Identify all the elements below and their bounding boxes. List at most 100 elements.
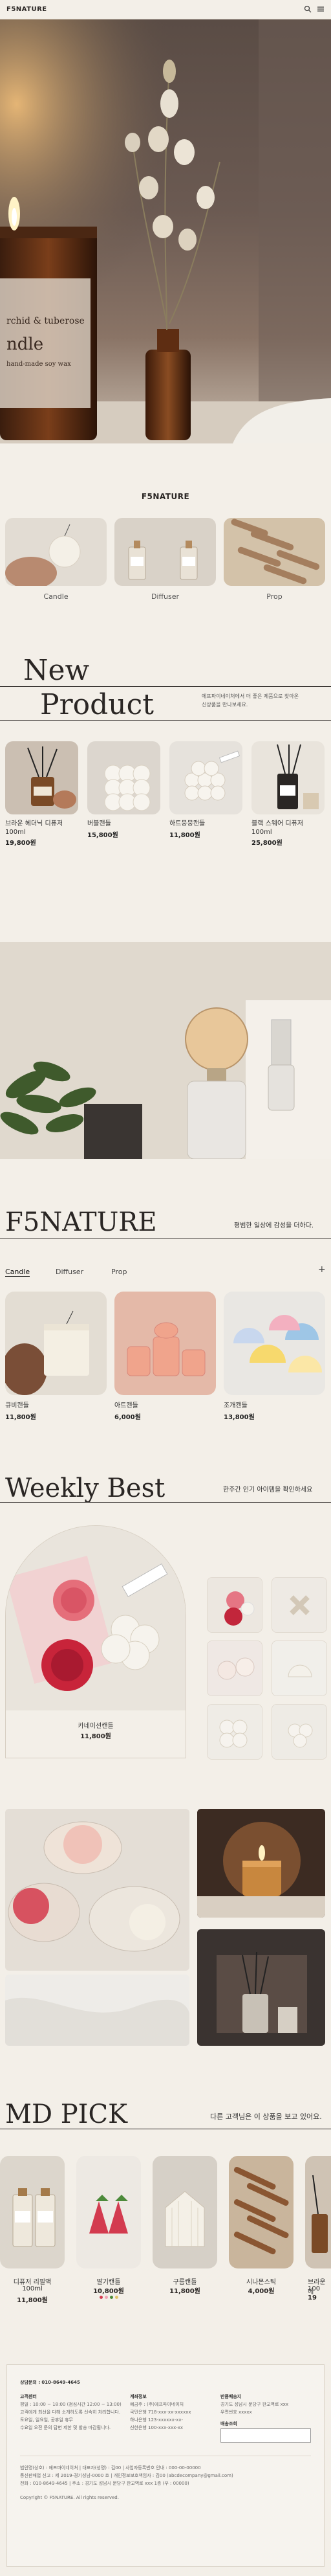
brown-diffuser-image xyxy=(305,2156,331,2268)
featured-product-price: 11,800원 xyxy=(80,1733,111,1740)
gallery-image-1[interactable] xyxy=(5,1809,189,1971)
swatch-yellow[interactable] xyxy=(115,2296,118,2299)
new-product-card-1[interactable] xyxy=(5,741,78,814)
product-name[interactable]: 조개캔들 xyxy=(224,1402,248,1410)
diffuser-refill-image xyxy=(0,2156,65,2268)
weekly-thumb-3[interactable] xyxy=(207,1641,262,1696)
f5-product-card-1[interactable] xyxy=(5,1292,107,1395)
cs-hours-text: 고객에게 최선을 다해 소개하도록 신속히 처리합니다. xyxy=(20,2410,121,2415)
md-pick-card-1[interactable] xyxy=(0,2156,65,2268)
white-fabric-image xyxy=(5,1975,189,2046)
product-name[interactable]: 하트뭉뭉캔들 xyxy=(169,820,205,828)
product-name[interactable]: 블랙 스웨어 디퓨저 xyxy=(251,820,303,828)
weekly-best-featured-card[interactable]: 카네이션캔들 11,800원 xyxy=(5,1525,186,1758)
product-price: 25,800원 xyxy=(251,840,283,847)
md-product-price: 11,800원 xyxy=(169,2288,200,2295)
gallery-image-2[interactable] xyxy=(5,1975,189,2046)
swatch-red[interactable] xyxy=(100,2296,103,2299)
hero-banner[interactable]: rchid & tuberose ndle hand-made soy wax xyxy=(0,19,331,443)
return-text: 경기도 성남시 분당구 판교역로 xxx xyxy=(220,2402,289,2407)
category-card-candle[interactable] xyxy=(5,518,107,586)
cinnamon-stick-image xyxy=(229,2156,294,2268)
thumb-image xyxy=(208,1578,262,1632)
new-product-card-2[interactable] xyxy=(87,741,160,814)
gallery-image-3[interactable] xyxy=(197,1809,325,1918)
category-label-prop[interactable]: Prop xyxy=(224,592,325,601)
cs-hours-text: 토요일, 일요일, 공휴일 휴무 xyxy=(20,2417,73,2423)
new-product-card-4[interactable] xyxy=(251,741,325,814)
more-plus-button[interactable]: + xyxy=(318,1264,326,1275)
product-name[interactable]: 큐비캔들 xyxy=(5,1402,29,1410)
product-price: 19,800원 xyxy=(5,840,36,847)
lifestyle-banner-image xyxy=(0,942,331,1159)
md-product-volume: 100 xyxy=(308,2285,321,2292)
new-product-title-new: New xyxy=(23,654,90,687)
product-volume: 100ml xyxy=(251,829,272,836)
candle-category-image xyxy=(5,518,107,586)
product-price: 6,000원 xyxy=(114,1414,141,1421)
company-info: 통신판매업 신고 : 제 2019-경기성남-0000 호 | 개인정보보호책임… xyxy=(20,2473,233,2478)
bubble-candle-image xyxy=(87,741,160,814)
new-product-card-3[interactable] xyxy=(169,741,242,814)
cs-hours-text: 수요일 오전 문의 답변 제한 및 발송 마감됩니다. xyxy=(20,2425,111,2430)
header-icons xyxy=(304,5,325,13)
weekly-thumb-1[interactable] xyxy=(207,1577,262,1633)
cs-hours-label: 고객센터 xyxy=(20,2394,37,2399)
md-product-name[interactable]: 시나몬스틱 xyxy=(229,2276,294,2286)
tab-prop[interactable]: Prop xyxy=(111,1268,127,1276)
md-product-name[interactable]: 구름캔들 xyxy=(153,2276,217,2286)
tab-diffuser[interactable]: Diffuser xyxy=(56,1268,83,1276)
tab-candle[interactable]: Candle xyxy=(5,1268,30,1277)
art-candle-image xyxy=(114,1292,216,1395)
category-label-candle[interactable]: Candle xyxy=(5,592,107,601)
f5-product-card-3[interactable] xyxy=(224,1292,325,1395)
category-label-diffuser[interactable]: Diffuser xyxy=(114,592,216,601)
product-volume: 100ml xyxy=(5,829,26,836)
weekly-thumb-4[interactable] xyxy=(272,1641,327,1696)
menu-icon[interactable] xyxy=(317,5,325,13)
copyright: Copyright © F5NATURE. All rights reserve… xyxy=(20,2495,119,2500)
md-pick-card-3[interactable] xyxy=(153,2156,217,2268)
product-name[interactable]: 아트캔들 xyxy=(114,1402,138,1410)
md-product-name[interactable]: 딸기캔들 xyxy=(76,2276,141,2286)
swatch-green[interactable] xyxy=(110,2296,113,2299)
category-card-prop[interactable] xyxy=(224,518,325,586)
md-product-volume: 100ml xyxy=(22,2285,43,2292)
cloud-candle-image xyxy=(153,2156,217,2268)
md-pick-card-5[interactable] xyxy=(305,2156,331,2268)
md-pick-card-2[interactable] xyxy=(76,2156,141,2268)
product-price: 13,800원 xyxy=(224,1414,255,1421)
new-product-desc-2: 신상품을 만나보세요. xyxy=(202,702,248,708)
swatch-pink[interactable] xyxy=(105,2296,108,2299)
f5-product-card-2[interactable] xyxy=(114,1292,216,1395)
product-name[interactable]: 버블캔들 xyxy=(87,820,111,828)
company-info: 법인명(상호) : 에프파이네이처 | 대표자(성명) : 김00 | 사업자등… xyxy=(20,2465,201,2470)
weekly-best-title: Weekly Best xyxy=(5,1473,166,1503)
weekly-thumb-2[interactable] xyxy=(272,1577,327,1633)
svg-text:ndle: ndle xyxy=(6,335,43,354)
weekly-best-desc: 한주간 인기 아이템을 확인하세요 xyxy=(223,1486,313,1494)
thumb-image xyxy=(272,1578,326,1632)
delivery-search-input[interactable] xyxy=(220,2428,311,2443)
f5nature-section-title: F5NATURE xyxy=(5,1207,157,1237)
md-pick-card-4[interactable] xyxy=(229,2156,294,2268)
company-info: 전화 : 010-8649-4645 | 주소 : 경기도 성남시 분당구 판교… xyxy=(20,2481,189,2486)
divider xyxy=(0,686,331,687)
category-card-diffuser[interactable] xyxy=(114,518,216,586)
hero-image: rchid & tuberose ndle hand-made soy wax xyxy=(0,19,331,443)
product-name[interactable]: 브라운 헤더닉 디퓨저 xyxy=(5,820,63,828)
product-price: 11,800원 xyxy=(5,1414,36,1421)
bank-text: 하나은행 123-xxxxxx-xx- xyxy=(130,2417,184,2423)
return-label: 반품배송지 xyxy=(220,2394,242,2399)
weekly-thumb-5[interactable] xyxy=(207,1704,262,1760)
md-product-name[interactable]: 디퓨저 리필액 xyxy=(0,2276,65,2286)
thumb-image xyxy=(272,1705,326,1759)
site-logo[interactable]: F5NATURE xyxy=(6,6,47,13)
gallery-image-4[interactable] xyxy=(197,1929,325,2046)
search-icon[interactable] xyxy=(304,5,312,13)
lifestyle-banner[interactable] xyxy=(0,942,331,1159)
md-product-price: 4,000원 xyxy=(248,2288,275,2295)
diffuser-image xyxy=(5,741,78,814)
featured-product-name[interactable]: 카네이션캔들 xyxy=(6,1720,186,1730)
weekly-thumb-6[interactable] xyxy=(272,1704,327,1760)
